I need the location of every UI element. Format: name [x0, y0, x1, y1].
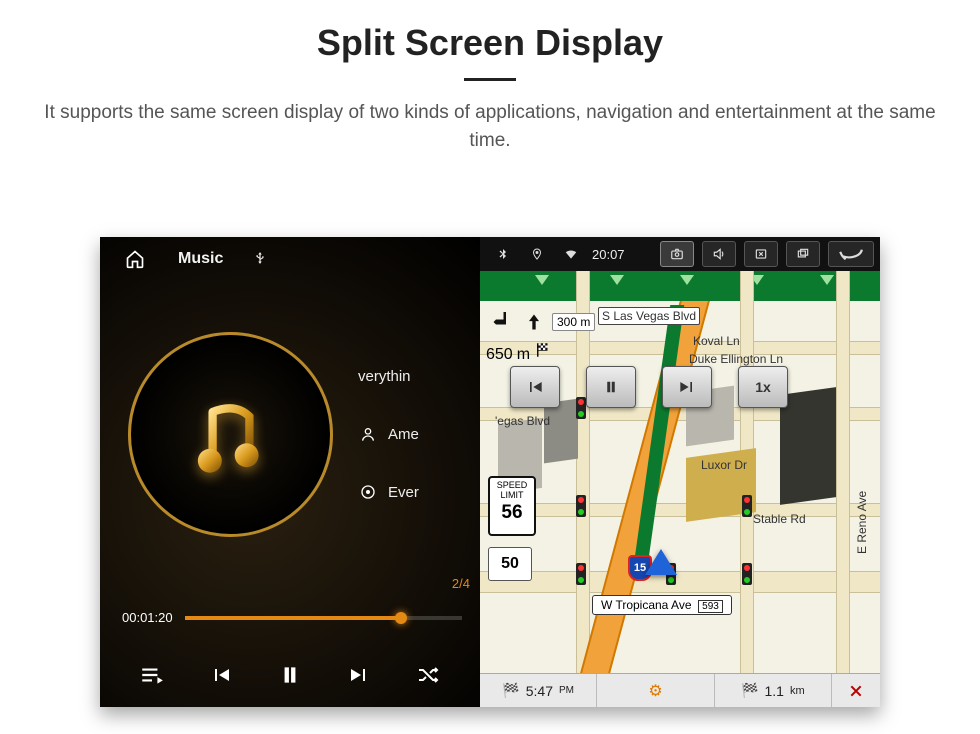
- progress-knob[interactable]: [395, 612, 407, 624]
- track-artist: Ame: [388, 426, 419, 443]
- flag-icon: 🏁: [741, 682, 758, 699]
- next-track-icon[interactable]: [339, 655, 379, 695]
- turn-up-icon: [524, 309, 544, 335]
- map-pause-icon[interactable]: [586, 366, 636, 408]
- progress-row: 00:01:20: [122, 610, 462, 625]
- eta-time: 5:47: [526, 683, 553, 699]
- progress-bar[interactable]: [185, 616, 462, 620]
- prev-track-icon[interactable]: [201, 655, 241, 695]
- eta-cell[interactable]: 🏁 5:47 PM: [480, 674, 597, 707]
- album-art: [128, 332, 333, 537]
- title-underline: [464, 78, 516, 81]
- wifi-icon: [558, 241, 584, 267]
- recent-apps-icon[interactable]: [786, 241, 820, 267]
- remaining-cell[interactable]: 🏁 1.1 km: [715, 674, 832, 707]
- speed-limit-sign: SPEED LIMIT 56: [488, 476, 536, 536]
- street-koval: Koval Ln: [690, 333, 743, 349]
- track-list: verythin Ame Ever: [358, 347, 498, 521]
- home-icon[interactable]: [122, 246, 148, 272]
- turn-guidance: 300 m 650 m: [486, 307, 616, 364]
- bluetooth-icon: [490, 241, 516, 267]
- map-next-icon[interactable]: [662, 366, 712, 408]
- street-tropicana: W Tropicana Ave 593: [592, 595, 732, 615]
- device-mock: Music verythin: [100, 237, 880, 707]
- clock: 20:07: [592, 247, 625, 262]
- back-icon[interactable]: [828, 241, 874, 267]
- current-speed: 50: [488, 547, 532, 581]
- map-media-controls: 1x: [510, 366, 788, 408]
- street-stable: Stable Rd: [750, 511, 809, 527]
- music-topbar: Music: [100, 237, 480, 281]
- track-title-row[interactable]: verythin: [358, 347, 498, 405]
- street-duke: Duke Ellington Ln: [686, 351, 786, 367]
- map-canvas[interactable]: 300 m 650 m S Las Vegas Blvd Koval Ln Du…: [480, 271, 880, 673]
- page-title: Split Screen Display: [0, 22, 980, 64]
- playlist-icon[interactable]: [132, 655, 172, 695]
- close-nav-button[interactable]: [832, 674, 880, 707]
- track-album: Ever: [388, 484, 419, 501]
- volume-icon[interactable]: [702, 241, 736, 267]
- nav-bottom-bar: 🏁 5:47 PM ⚙ 🏁 1.1 km: [480, 673, 880, 707]
- disc-icon: [358, 484, 378, 500]
- tab-music[interactable]: Music: [178, 250, 223, 268]
- location-icon: [524, 241, 550, 267]
- map-prev-icon[interactable]: [510, 366, 560, 408]
- street-vegas-blvd: 'egas Blvd: [492, 413, 553, 429]
- transport-controls: [100, 655, 480, 695]
- track-album-row[interactable]: Ever: [358, 463, 498, 521]
- street-luxor: Luxor Dr: [698, 457, 750, 473]
- page-description: It supports the same screen display of t…: [40, 99, 940, 154]
- pause-icon[interactable]: [270, 655, 310, 695]
- vehicle-cursor-icon: [645, 549, 677, 575]
- nav-pane: 20:07: [480, 237, 880, 707]
- shuffle-icon[interactable]: [408, 655, 448, 695]
- progress-fill: [185, 616, 401, 620]
- track-title: verythin: [358, 368, 411, 385]
- status-bar: 20:07: [480, 237, 880, 271]
- street-s-las-vegas: S Las Vegas Blvd: [598, 307, 700, 325]
- checkered-flag-icon: [534, 341, 552, 359]
- screenshot-icon[interactable]: [660, 241, 694, 267]
- track-artist-row[interactable]: Ame: [358, 405, 498, 463]
- turn-distance-unit: m: [517, 346, 530, 364]
- lane-guidance-banner: [480, 271, 880, 301]
- usb-icon[interactable]: [253, 249, 267, 270]
- turn-left-icon: [486, 307, 516, 337]
- speed-limit-value: 56: [490, 503, 534, 524]
- map-speed-button[interactable]: 1x: [738, 366, 788, 408]
- remaining-dist: 1.1: [764, 683, 783, 699]
- person-icon: [358, 426, 378, 442]
- music-pane: Music verythin: [100, 237, 480, 707]
- turn-distance: 650: [486, 346, 513, 364]
- close-app-icon[interactable]: [744, 241, 778, 267]
- elapsed-time: 00:01:20: [122, 610, 173, 625]
- flag-icon: 🏁: [502, 682, 519, 699]
- street-reno: E Reno Ave: [854, 488, 870, 557]
- track-index: 2/4: [452, 576, 470, 591]
- settings-cell[interactable]: ⚙: [597, 674, 714, 707]
- gear-icon: ⚙: [648, 681, 662, 701]
